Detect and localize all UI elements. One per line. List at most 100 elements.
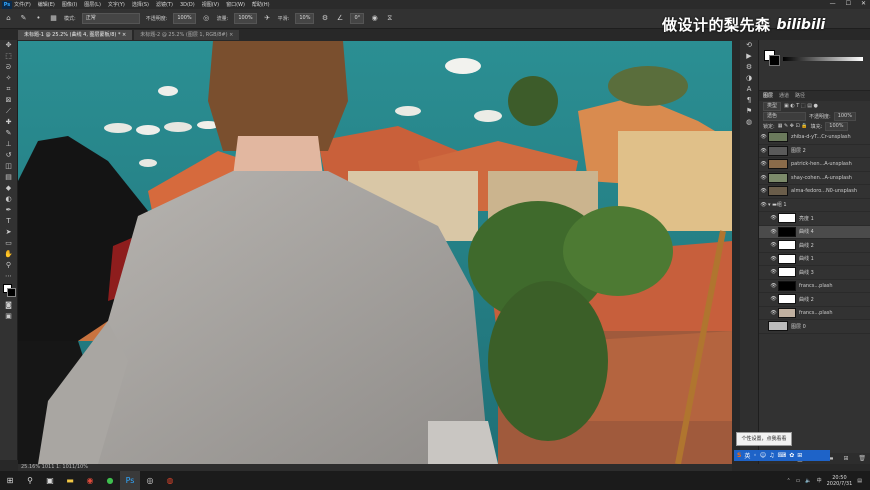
- ime-language-toggle[interactable]: 英: [744, 451, 750, 460]
- more-tools-icon[interactable]: ⋯: [0, 271, 17, 282]
- visibility-eye-icon[interactable]: 👁: [769, 283, 778, 289]
- layer-row[interactable]: 👁 zhiba-d-yT...Cr-unsplash: [759, 131, 870, 145]
- mode-select[interactable]: 正常: [81, 13, 140, 24]
- fill-input[interactable]: 100%: [825, 121, 848, 131]
- move-tool-icon[interactable]: ✥: [0, 40, 17, 51]
- blur-tool-icon[interactable]: ◆: [0, 183, 17, 194]
- skin-icon[interactable]: ✿: [789, 452, 794, 459]
- gear-icon[interactable]: ⚙: [320, 14, 329, 23]
- menu-select[interactable]: 选择(S): [132, 1, 149, 8]
- brush-icon[interactable]: ✎: [19, 14, 28, 23]
- layer-opacity-input[interactable]: 100%: [833, 111, 856, 121]
- punctuation-icon[interactable]: ◦: [753, 452, 757, 459]
- layer-row-selected[interactable]: 👁 曲线 4: [759, 225, 870, 239]
- wechat-icon[interactable]: ●: [100, 471, 120, 490]
- layer-row[interactable]: 👁 亮度 1: [759, 212, 870, 226]
- type-tool-icon[interactable]: T: [0, 216, 17, 227]
- menu-3d[interactable]: 3D(D): [180, 2, 195, 8]
- hand-tool-icon[interactable]: ✋: [0, 249, 17, 260]
- libraries-panel-icon[interactable]: ◍: [740, 117, 758, 128]
- blend-mode-select[interactable]: 透色: [763, 111, 806, 121]
- filter-icons[interactable]: ▣ ◐ T ⬚ ▤ ●: [784, 103, 818, 109]
- visibility-eye-icon[interactable]: 👁: [759, 188, 768, 194]
- marquee-tool-icon[interactable]: ⬚: [0, 51, 17, 62]
- new-layer-icon[interactable]: ⊞: [843, 455, 848, 462]
- minimize-button[interactable]: —: [830, 0, 836, 7]
- background-swatch[interactable]: [769, 55, 780, 66]
- menu-image[interactable]: 图像(I): [62, 1, 77, 8]
- brush-size-icon[interactable]: •: [34, 14, 43, 23]
- start-button-icon[interactable]: ⊞: [0, 471, 20, 490]
- home-icon[interactable]: ⌂: [4, 14, 13, 23]
- paragraph-panel-icon[interactable]: ¶: [740, 95, 758, 106]
- actions-panel-icon[interactable]: ▶: [740, 51, 758, 62]
- layer-row[interactable]: 👁 曲线 1: [759, 253, 870, 266]
- emoji-icon[interactable]: ☺: [760, 452, 766, 459]
- eraser-tool-icon[interactable]: ◫: [0, 161, 17, 172]
- glyphs-panel-icon[interactable]: ⚑: [740, 106, 758, 117]
- properties-panel-icon[interactable]: ⚙: [740, 62, 758, 73]
- visibility-eye-icon[interactable]: 👁: [759, 161, 768, 167]
- tray-chevron-icon[interactable]: ⌃: [786, 478, 790, 484]
- camera-app-icon[interactable]: ◎: [140, 471, 160, 490]
- frame-tool-icon[interactable]: ⊠: [0, 95, 17, 106]
- layer-row[interactable]: 👁 曲线 3: [759, 266, 870, 280]
- layer-row[interactable]: 👁 francs...plash: [759, 307, 870, 320]
- visibility-eye-icon[interactable]: 👁: [759, 134, 768, 140]
- angle-input[interactable]: 0°: [350, 13, 365, 24]
- visibility-eye-icon[interactable]: 👁: [769, 242, 778, 248]
- file-explorer-icon[interactable]: ▬: [60, 471, 80, 490]
- close-button[interactable]: ✕: [861, 0, 866, 7]
- lasso-tool-icon[interactable]: ᘐ: [0, 62, 17, 73]
- visibility-eye-icon[interactable]: 👁: [759, 148, 768, 154]
- character-panel-icon[interactable]: A: [740, 84, 758, 95]
- trash-icon[interactable]: 🗑: [858, 455, 866, 462]
- visibility-eye-icon[interactable]: 👁: [769, 296, 778, 302]
- dodge-tool-icon[interactable]: ◐: [0, 194, 17, 205]
- color-swatches-icon[interactable]: [0, 282, 17, 300]
- airbrush-icon[interactable]: ✈: [263, 14, 272, 23]
- browser-app-icon[interactable]: ◍: [160, 471, 180, 490]
- layer-row[interactable]: 图层 0: [759, 320, 870, 334]
- keyboard-icon[interactable]: ⌨: [778, 452, 787, 459]
- visibility-eye-icon[interactable]: 👁: [769, 256, 778, 262]
- layer-row[interactable]: 👁 alma-fedoro...N0-unsplash: [759, 185, 870, 199]
- crop-tool-icon[interactable]: ⌗: [0, 84, 17, 95]
- screen-mode-icon[interactable]: ▣: [0, 311, 17, 322]
- tab-document-2[interactable]: 未标题-2 @ 25.2% (图层 1, RGB/8#) ×: [134, 30, 240, 40]
- maximize-button[interactable]: ☐: [846, 0, 851, 7]
- pressure-size-icon[interactable]: ◉: [370, 14, 379, 23]
- menu-edit[interactable]: 编辑(E): [38, 1, 55, 8]
- document-canvas[interactable]: [18, 41, 732, 464]
- menu-layer[interactable]: 图层(L): [84, 1, 101, 8]
- history-brush-tool-icon[interactable]: ↺: [0, 150, 17, 161]
- menu-view[interactable]: 视图(V): [202, 1, 219, 8]
- menu-window[interactable]: 窗口(W): [226, 1, 245, 8]
- lock-icons[interactable]: ▦ ✎ ✥ ⊡ 🔒: [778, 123, 808, 129]
- symmetry-icon[interactable]: ⧖: [385, 14, 394, 23]
- layer-group-row[interactable]: 👁 ▾ ▬ 组 1: [759, 199, 870, 212]
- layer-row[interactable]: 👁 图层 2: [759, 145, 870, 158]
- healing-tool-icon[interactable]: ✚: [0, 117, 17, 128]
- visibility-eye-icon[interactable]: 👁: [769, 215, 778, 221]
- menu-filter[interactable]: 滤镜(T): [156, 1, 173, 8]
- visibility-eye-icon[interactable]: 👁: [759, 175, 768, 181]
- visibility-eye-icon[interactable]: 👁: [769, 229, 778, 235]
- zoom-tool-icon[interactable]: ⚲: [0, 260, 17, 271]
- layer-row[interactable]: 👁 曲线 2: [759, 239, 870, 253]
- shape-tool-icon[interactable]: ▭: [0, 238, 17, 249]
- sogou-logo-icon[interactable]: S: [737, 452, 741, 459]
- task-view-icon[interactable]: ▣: [40, 471, 60, 490]
- microphone-icon[interactable]: ♫: [769, 452, 774, 459]
- quick-mask-icon[interactable]: ◙: [0, 300, 17, 311]
- brush-panel-icon[interactable]: ▦: [49, 14, 58, 23]
- chrome-icon[interactable]: ◉: [80, 471, 100, 490]
- layer-row[interactable]: 👁 shay-cohen...A-unsplash: [759, 172, 870, 185]
- menu-help[interactable]: 帮助(H): [252, 1, 270, 8]
- pen-tool-icon[interactable]: ✒: [0, 205, 17, 216]
- tab-channels[interactable]: 通道: [779, 91, 789, 101]
- layer-filter-select[interactable]: 类型: [763, 101, 782, 111]
- opacity-input[interactable]: 100%: [173, 13, 196, 24]
- menu-type[interactable]: 文字(Y): [108, 1, 125, 8]
- hue-slider[interactable]: [783, 57, 863, 61]
